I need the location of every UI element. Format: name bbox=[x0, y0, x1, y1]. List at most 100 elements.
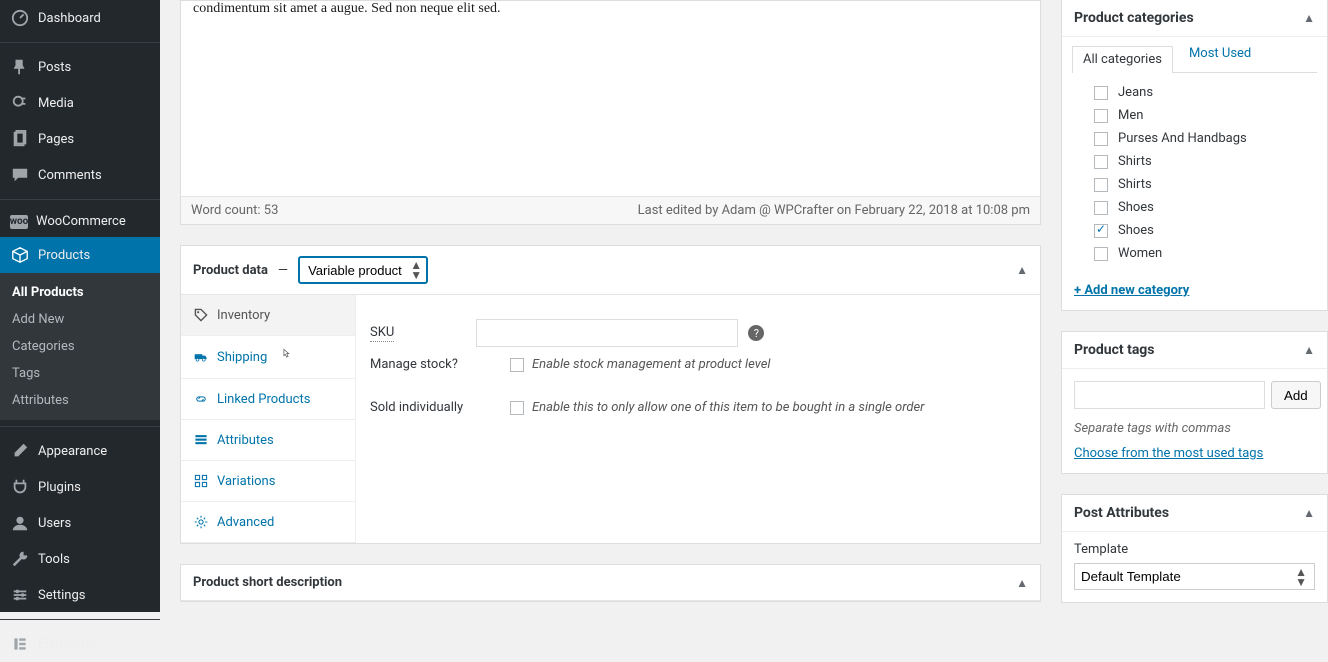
template-select[interactable]: Default Template bbox=[1074, 563, 1315, 590]
tab-shipping[interactable]: Shipping bbox=[181, 336, 355, 379]
grid-icon bbox=[193, 473, 209, 489]
tab-advanced[interactable]: Advanced bbox=[181, 502, 355, 543]
main-content: condimentum sit amet a augue. Sed non ne… bbox=[160, 0, 1061, 612]
product-data-panel: Product data — Variable product ▲▼ ▲ Inv bbox=[180, 245, 1041, 544]
category-item[interactable]: Women bbox=[1074, 242, 1315, 265]
add-new-category-link[interactable]: + Add new category bbox=[1074, 283, 1189, 298]
editor-text: condimentum sit amet a augue. Sed non ne… bbox=[193, 1, 501, 16]
sidebar-item-pages[interactable]: Pages bbox=[0, 121, 160, 157]
tab-label: Shipping bbox=[217, 350, 267, 365]
word-count: Word count: 53 bbox=[191, 203, 278, 218]
category-checkbox[interactable] bbox=[1094, 201, 1108, 215]
submenu-tags[interactable]: Tags bbox=[0, 360, 160, 387]
add-tag-button[interactable]: Add bbox=[1271, 381, 1321, 409]
category-checkbox[interactable] bbox=[1094, 247, 1108, 261]
sku-input[interactable] bbox=[476, 319, 738, 347]
submenu-attributes[interactable]: Attributes bbox=[0, 387, 160, 414]
gear-icon bbox=[10, 585, 30, 605]
panel-toggle-icon[interactable]: ▲ bbox=[1303, 11, 1315, 25]
users-icon bbox=[10, 513, 30, 533]
category-label: Men bbox=[1118, 108, 1143, 123]
separator: — bbox=[278, 263, 288, 278]
tab-label: Inventory bbox=[217, 308, 270, 323]
product-categories-box: Product categories ▲ All categories Most… bbox=[1061, 0, 1328, 311]
sidebar-label: Media bbox=[38, 96, 74, 111]
category-checkbox[interactable] bbox=[1094, 86, 1108, 100]
category-checkbox[interactable] bbox=[1094, 178, 1108, 192]
sidebar-item-products[interactable]: Products bbox=[0, 237, 160, 273]
sidebar-label: Appearance bbox=[38, 444, 107, 459]
tab-label: Advanced bbox=[217, 515, 274, 530]
category-item[interactable]: Jeans bbox=[1074, 81, 1315, 104]
sidebar-item-woocommerce[interactable]: woo WooCommerce bbox=[0, 199, 160, 237]
tab-label: Variations bbox=[217, 474, 275, 489]
category-item[interactable]: Purses And Handbags bbox=[1074, 127, 1315, 150]
submenu-add-new[interactable]: Add New bbox=[0, 306, 160, 333]
sidebar-item-posts[interactable]: Posts bbox=[0, 42, 160, 85]
cursor-icon bbox=[279, 348, 293, 366]
category-checkbox[interactable] bbox=[1094, 132, 1108, 146]
admin-sidebar: Dashboard Posts Media Pages Comments woo… bbox=[0, 0, 160, 612]
manage-stock-label: Manage stock? bbox=[370, 357, 510, 372]
sidebar-label: Comments bbox=[38, 168, 102, 183]
product-tags-box: Product tags ▲ Add Separate tags with co… bbox=[1061, 331, 1328, 474]
category-checkbox[interactable] bbox=[1094, 155, 1108, 169]
category-item[interactable]: Shoes bbox=[1074, 196, 1315, 219]
category-item[interactable]: Men bbox=[1074, 104, 1315, 127]
sold-individually-checkbox[interactable] bbox=[510, 401, 524, 415]
category-item[interactable]: Shirts bbox=[1074, 173, 1315, 196]
sidebar-item-settings[interactable]: Settings bbox=[0, 577, 160, 613]
truck-icon bbox=[193, 349, 209, 365]
plug-icon bbox=[10, 477, 30, 497]
panel-toggle-icon[interactable]: ▲ bbox=[1016, 263, 1028, 277]
tags-input[interactable] bbox=[1074, 381, 1265, 409]
tab-most-used[interactable]: Most Used bbox=[1177, 46, 1263, 73]
tags-title: Product tags bbox=[1074, 342, 1155, 358]
editor-body[interactable]: condimentum sit amet a augue. Sed non ne… bbox=[181, 1, 1040, 196]
sold-individually-label: Sold individually bbox=[370, 400, 510, 415]
category-checkbox[interactable] bbox=[1094, 224, 1108, 238]
sidebar-item-comments[interactable]: Comments bbox=[0, 157, 160, 193]
woo-icon: woo bbox=[10, 215, 28, 229]
tab-variations[interactable]: Variations bbox=[181, 461, 355, 502]
submenu-all-products[interactable]: All Products bbox=[0, 279, 160, 306]
sidebar-label: Users bbox=[38, 516, 71, 531]
panel-toggle-icon[interactable]: ▲ bbox=[1303, 343, 1315, 357]
manage-stock-checkbox[interactable] bbox=[510, 358, 524, 372]
sidebar-item-elementor[interactable]: Elementor bbox=[0, 619, 160, 662]
sidebar-item-media[interactable]: Media bbox=[0, 85, 160, 121]
tab-attributes[interactable]: Attributes bbox=[181, 420, 355, 461]
product-data-tabs: Inventory Shipping Linked Products Attri… bbox=[181, 295, 356, 543]
panel-toggle-icon[interactable]: ▲ bbox=[1303, 506, 1315, 520]
sidebar-label: Tools bbox=[38, 552, 70, 567]
category-item[interactable]: Shirts bbox=[1074, 150, 1315, 173]
category-checkbox[interactable] bbox=[1094, 109, 1108, 123]
tab-all-categories[interactable]: All categories bbox=[1072, 46, 1173, 73]
categories-title: Product categories bbox=[1074, 10, 1194, 26]
product-data-content: SKU ? Manage stock? Enable stock managem… bbox=[356, 295, 1040, 543]
post-attributes-title: Post Attributes bbox=[1074, 505, 1169, 521]
sidebar-item-appearance[interactable]: Appearance bbox=[0, 426, 160, 469]
category-item[interactable]: Shoes bbox=[1074, 219, 1315, 242]
sidebar-item-users[interactable]: Users bbox=[0, 505, 160, 541]
product-type-select[interactable]: Variable product bbox=[298, 256, 428, 284]
list-icon bbox=[193, 432, 209, 448]
editor-status-bar: Word count: 53 Last edited by Adam @ WPC… bbox=[181, 196, 1040, 224]
pin-icon bbox=[10, 57, 30, 77]
tab-linked-products[interactable]: Linked Products bbox=[181, 379, 355, 420]
help-icon[interactable]: ? bbox=[748, 325, 764, 341]
choose-tags-link[interactable]: Choose from the most used tags bbox=[1074, 446, 1263, 461]
product-data-title: Product data bbox=[193, 263, 268, 278]
tab-inventory[interactable]: Inventory bbox=[181, 295, 355, 336]
sidebar-item-tools[interactable]: Tools bbox=[0, 541, 160, 577]
panel-toggle-icon[interactable]: ▲ bbox=[1016, 576, 1028, 590]
category-label: Shirts bbox=[1118, 154, 1152, 169]
sidebar-label: Settings bbox=[38, 588, 85, 603]
category-label: Purses And Handbags bbox=[1118, 131, 1247, 146]
submenu-categories[interactable]: Categories bbox=[0, 333, 160, 360]
sidebar-item-dashboard[interactable]: Dashboard bbox=[0, 0, 160, 36]
post-attributes-box: Post Attributes ▲ Template Default Templ… bbox=[1061, 494, 1328, 603]
tab-label: Attributes bbox=[217, 433, 274, 448]
sidebar-label: Elementor bbox=[38, 637, 97, 652]
sidebar-item-plugins[interactable]: Plugins bbox=[0, 469, 160, 505]
